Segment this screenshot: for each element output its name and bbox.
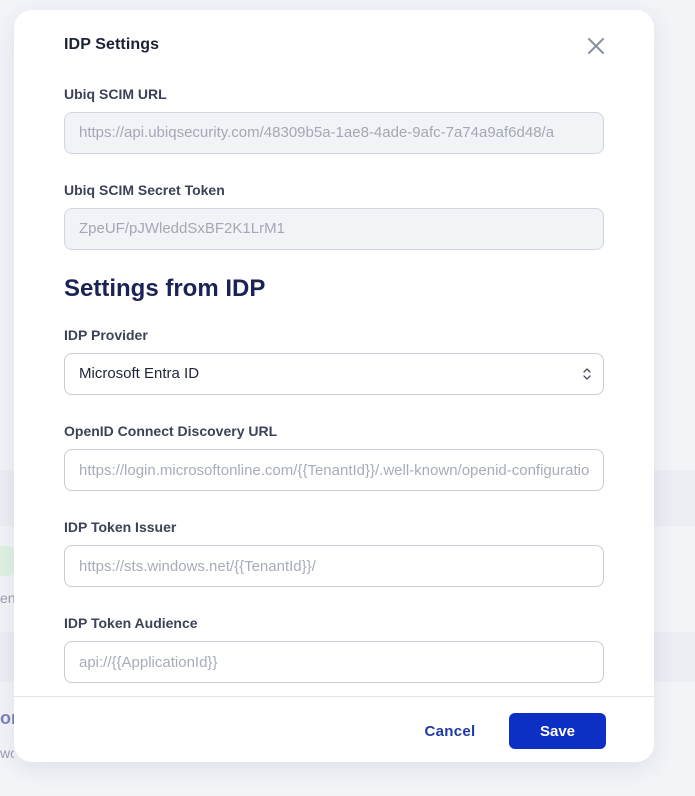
modal-header: IDP Settings [64,36,604,58]
save-button[interactable]: Save [509,713,606,749]
modal-footer: Cancel Save [14,696,654,762]
background-heading: or [0,708,14,728]
idp-settings-modal: IDP Settings Ubiq SCIM URL https://api.u… [14,10,654,762]
background-status-chip [0,546,14,576]
scim-url-label: Ubiq SCIM URL [64,86,167,102]
idp-provider-select[interactable]: Microsoft Entra ID [64,353,604,395]
modal-body: Ubiq SCIM URL https://api.ubiqsecurity.c… [64,86,604,711]
close-button[interactable] [584,34,608,58]
token-issuer-field: IDP Token Issuer [64,519,604,587]
scim-url-field: Ubiq SCIM URL https://api.ubiqsecurity.c… [64,86,604,154]
background-text: wo- [0,745,14,761]
discovery-url-label: OpenID Connect Discovery URL [64,423,278,439]
close-icon [588,38,604,54]
scim-secret-label: Ubiq SCIM Secret Token [64,182,225,198]
scim-url-input: https://api.ubiqsecurity.com/48309b5a-1a… [64,112,604,154]
chevron-updown-icon [583,368,591,380]
discovery-url-field: OpenID Connect Discovery URL [64,423,604,491]
modal-title: IDP Settings [64,36,160,53]
token-audience-label: IDP Token Audience [64,615,198,631]
scim-secret-field: Ubiq SCIM Secret Token ZpeUF/pJWleddSxBF… [64,182,604,250]
background-text: en [0,590,14,606]
idp-provider-label: IDP Provider [64,327,148,343]
idp-provider-field: IDP Provider Microsoft Entra ID [64,327,604,395]
token-issuer-input[interactable] [64,545,604,587]
token-audience-field: IDP Token Audience [64,615,604,683]
scim-secret-input: ZpeUF/pJWleddSxBF2K1LrM1 [64,208,604,250]
token-issuer-label: IDP Token Issuer [64,519,177,535]
cancel-button[interactable]: Cancel [410,713,490,749]
idp-provider-value: Microsoft Entra ID [79,365,200,382]
discovery-url-input[interactable] [64,449,604,491]
section-title: Settings from IDP [64,275,266,302]
token-audience-input[interactable] [64,641,604,683]
